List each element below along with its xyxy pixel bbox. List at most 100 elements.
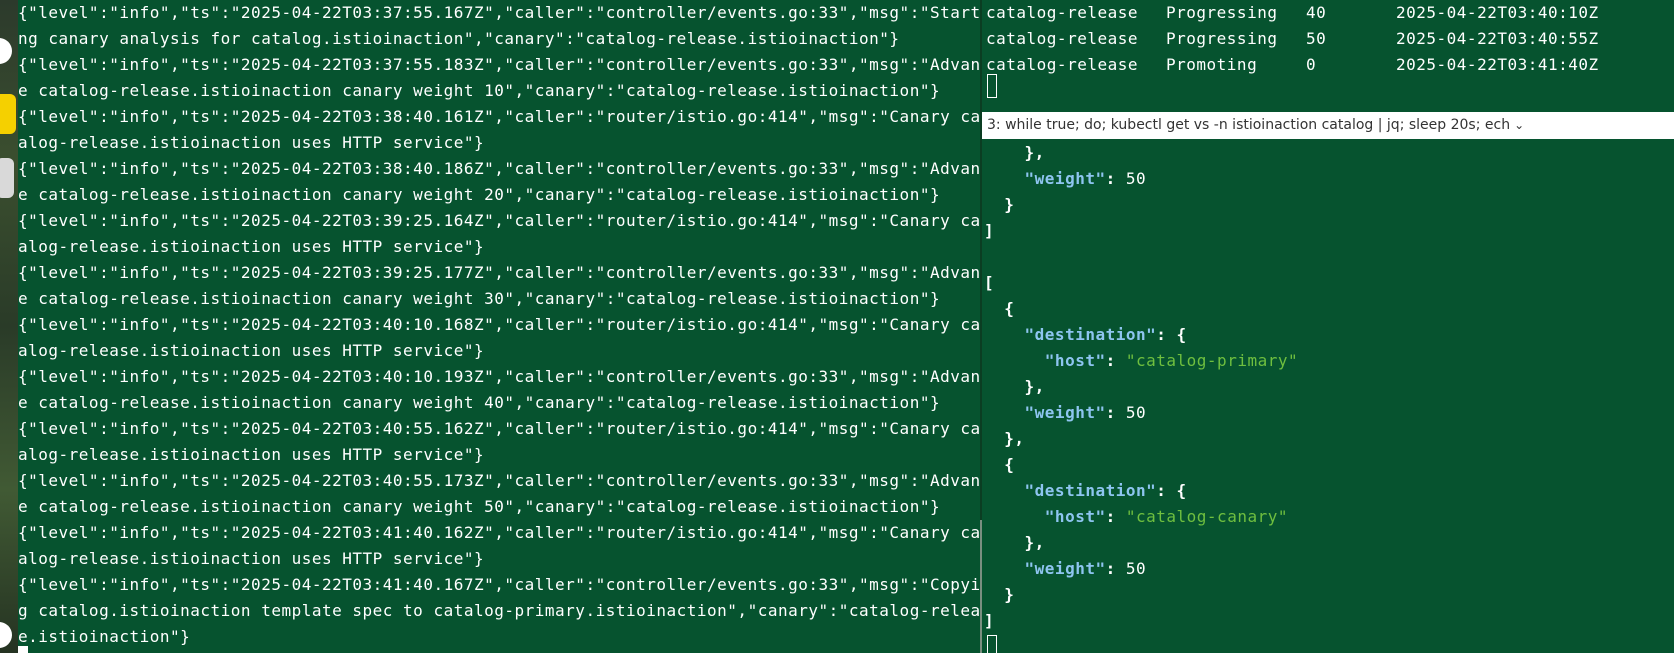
json-token: "destination" bbox=[1024, 325, 1157, 344]
chevron-down-icon[interactable]: ⌄ bbox=[1514, 118, 1524, 132]
canary-weight: 0 bbox=[1306, 55, 1317, 74]
log-line: e catalog-release.istioinaction canary w… bbox=[18, 497, 941, 516]
log-line: {"level":"info","ts":"2025-04-22T03:40:5… bbox=[18, 419, 980, 438]
json-line: ] bbox=[984, 608, 1674, 634]
json-line: "host": "catalog-primary" bbox=[984, 348, 1674, 374]
json-output: }, "weight": 50 }][ { "destination": { "… bbox=[984, 140, 1674, 634]
canary-weight: 50 bbox=[1306, 29, 1327, 48]
json-line: "destination": { bbox=[984, 322, 1674, 348]
json-line: "weight": 50 bbox=[984, 400, 1674, 426]
json-line: }, bbox=[984, 530, 1674, 556]
log-line: {"level":"info","ts":"2025-04-22T03:39:2… bbox=[18, 211, 980, 230]
json-token: [ bbox=[984, 273, 995, 292]
dock-app-icon[interactable] bbox=[0, 38, 12, 64]
json-token: "weight" bbox=[1024, 169, 1106, 188]
json-token: ] bbox=[984, 221, 995, 240]
json-line: }, bbox=[984, 374, 1674, 400]
log-line: {"level":"info","ts":"2025-04-22T03:39:2… bbox=[18, 263, 980, 282]
json-line bbox=[984, 244, 1674, 270]
dock-app-icon[interactable] bbox=[0, 158, 14, 198]
json-token: "weight" bbox=[1024, 559, 1106, 578]
json-token: } bbox=[984, 585, 1015, 604]
json-token: : { bbox=[1156, 481, 1187, 500]
dock-app-icon[interactable] bbox=[0, 622, 12, 648]
json-line: } bbox=[984, 192, 1674, 218]
status-table: catalog-release Progressing 40 2025-04-22T0… bbox=[984, 0, 1674, 78]
json-token: }, bbox=[984, 377, 1045, 396]
json-line: "weight": 50 bbox=[984, 166, 1674, 192]
json-line: "weight": 50 bbox=[984, 556, 1674, 582]
canary-name: catalog-release bbox=[986, 3, 1138, 22]
dock-app-icon[interactable] bbox=[0, 94, 16, 134]
json-token: }, bbox=[984, 143, 1045, 162]
json-line: { bbox=[984, 296, 1674, 322]
log-line: e catalog-release.istioinaction canary w… bbox=[18, 81, 941, 100]
pane-title-bar[interactable]: 3: while true; do; kubectl get vs -n ist… bbox=[982, 112, 1674, 139]
log-line: {"level":"info","ts":"2025-04-22T03:37:5… bbox=[18, 55, 980, 74]
json-line: "destination": { bbox=[984, 478, 1674, 504]
log-line: alog-release.istioinaction uses HTTP ser… bbox=[18, 549, 485, 568]
terminal-cursor bbox=[18, 646, 28, 653]
log-line: g catalog.istioinaction template spec to… bbox=[18, 601, 980, 620]
json-token: }, bbox=[984, 429, 1025, 448]
log-line: {"level":"info","ts":"2025-04-22T03:38:4… bbox=[18, 107, 980, 126]
json-token: ] bbox=[984, 611, 995, 630]
json-token: : bbox=[1105, 559, 1126, 578]
log-output: {"level":"info","ts":"2025-04-22T03:37:5… bbox=[18, 0, 980, 650]
terminal-cursor bbox=[987, 74, 997, 98]
json-line: ] bbox=[984, 218, 1674, 244]
json-token: "destination" bbox=[1024, 481, 1157, 500]
json-token: : bbox=[1105, 507, 1126, 526]
canary-status: Promoting bbox=[1166, 55, 1258, 74]
json-token: : bbox=[1105, 169, 1126, 188]
canary-name: catalog-release bbox=[986, 55, 1138, 74]
log-line: e catalog-release.istioinaction canary w… bbox=[18, 185, 941, 204]
log-line: alog-release.istioinaction uses HTTP ser… bbox=[18, 341, 485, 360]
json-line: { bbox=[984, 452, 1674, 478]
terminal-pane-status[interactable]: catalog-release Progressing 40 2025-04-22T0… bbox=[984, 0, 1674, 110]
log-line: {"level":"info","ts":"2025-04-22T03:37:5… bbox=[18, 3, 980, 22]
canary-status: Progressing bbox=[1166, 29, 1278, 48]
canary-timestamp: 2025-04-22T03:40:55Z bbox=[1396, 29, 1599, 48]
log-line: alog-release.istioinaction uses HTTP ser… bbox=[18, 133, 485, 152]
json-token: "catalog-primary" bbox=[1125, 351, 1299, 370]
json-token: "weight" bbox=[1024, 403, 1106, 422]
json-token: "host" bbox=[1044, 351, 1106, 370]
log-line: alog-release.istioinaction uses HTTP ser… bbox=[18, 445, 485, 464]
canary-name: catalog-release bbox=[986, 29, 1138, 48]
log-line: {"level":"info","ts":"2025-04-22T03:41:4… bbox=[18, 575, 980, 594]
json-token: : bbox=[1105, 403, 1126, 422]
json-line: }, bbox=[984, 426, 1674, 452]
log-line: {"level":"info","ts":"2025-04-22T03:38:4… bbox=[18, 159, 980, 178]
dock bbox=[0, 0, 18, 653]
log-line: {"level":"info","ts":"2025-04-22T03:40:1… bbox=[18, 367, 980, 386]
json-token: } bbox=[984, 195, 1015, 214]
log-line: ng canary analysis for catalog.istioinac… bbox=[18, 29, 900, 48]
json-token: : { bbox=[1156, 325, 1187, 344]
log-line: {"level":"info","ts":"2025-04-22T03:40:1… bbox=[18, 315, 980, 334]
canary-status: Progressing bbox=[1166, 3, 1278, 22]
json-line: }, bbox=[984, 140, 1674, 166]
status-row: catalog-release Progressing 40 2025-04-22T0… bbox=[984, 0, 1674, 26]
pane-title: 3: while true; do; kubectl get vs -n ist… bbox=[987, 117, 1511, 133]
log-line: e catalog-release.istioinaction canary w… bbox=[18, 393, 941, 412]
json-line: } bbox=[984, 582, 1674, 608]
json-token: { bbox=[984, 299, 1015, 318]
json-token: 50 bbox=[1125, 559, 1147, 578]
json-token: "catalog-canary" bbox=[1125, 507, 1288, 526]
terminal-cursor bbox=[987, 635, 997, 653]
terminal-pane-log[interactable]: {"level":"info","ts":"2025-04-22T03:37:5… bbox=[18, 0, 980, 653]
json-token: 50 bbox=[1125, 403, 1147, 422]
json-token: { bbox=[984, 455, 1015, 474]
json-token: "host" bbox=[1044, 507, 1106, 526]
log-line: alog-release.istioinaction uses HTTP ser… bbox=[18, 237, 485, 256]
scrollbar[interactable] bbox=[980, 520, 982, 653]
json-line: "host": "catalog-canary" bbox=[984, 504, 1674, 530]
terminal-pane-json[interactable]: }, "weight": 50 }][ { "destination": { "… bbox=[984, 140, 1674, 653]
